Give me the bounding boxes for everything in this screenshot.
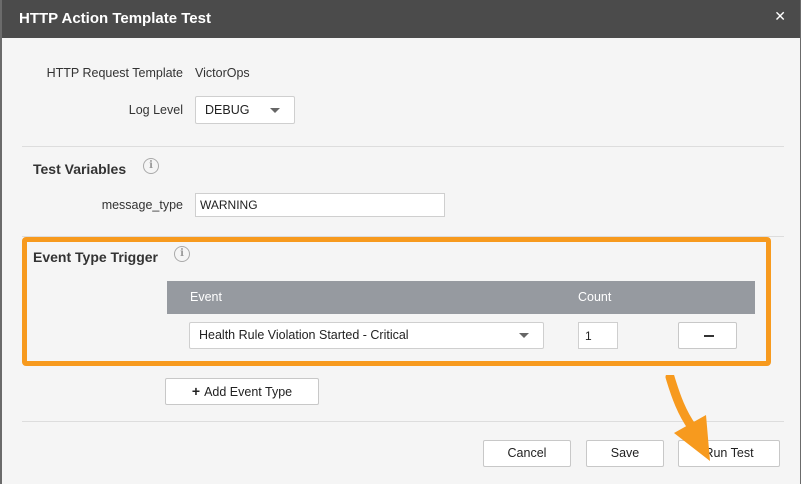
title-bar: HTTP Action Template Test ✕ bbox=[2, 0, 800, 38]
dialog-title: HTTP Action Template Test bbox=[19, 10, 211, 27]
test-variables-title: Test Variables bbox=[33, 161, 127, 177]
close-icon[interactable]: ✕ bbox=[774, 8, 786, 25]
event-column-header: Event bbox=[190, 290, 222, 304]
dialog: HTTP Action Template Test ✕ HTTP Request… bbox=[2, 0, 800, 484]
cancel-button[interactable]: Cancel bbox=[483, 440, 571, 467]
message-type-input[interactable] bbox=[195, 193, 445, 217]
event-trigger-title: Event Type Trigger bbox=[33, 249, 158, 265]
plus-icon: + bbox=[191, 383, 201, 399]
count-input[interactable] bbox=[578, 322, 618, 349]
event-type-select[interactable]: Health Rule Violation Started - Critical bbox=[189, 322, 544, 349]
count-column-header: Count bbox=[578, 290, 612, 304]
annotation-arrow bbox=[665, 375, 710, 461]
template-value: VictorOps bbox=[195, 66, 250, 80]
template-label: HTTP Request Template bbox=[46, 66, 183, 80]
info-icon[interactable]: i bbox=[143, 158, 159, 174]
chevron-down-icon bbox=[270, 108, 280, 113]
divider bbox=[22, 146, 784, 147]
minus-icon bbox=[704, 335, 714, 337]
log-level-select[interactable]: DEBUG bbox=[195, 96, 295, 124]
table-header: Event Count bbox=[167, 281, 755, 314]
add-event-type-label: Add Event Type bbox=[204, 385, 293, 399]
chevron-down-icon bbox=[519, 333, 529, 338]
info-icon[interactable]: i bbox=[174, 246, 190, 262]
remove-event-button[interactable] bbox=[678, 322, 737, 349]
log-level-value: DEBUG bbox=[205, 103, 250, 117]
event-type-value: Health Rule Violation Started - Critical bbox=[199, 328, 409, 342]
add-event-type-button[interactable]: + Add Event Type bbox=[165, 378, 319, 405]
save-button[interactable]: Save bbox=[586, 440, 664, 467]
message-type-label: message_type bbox=[101, 198, 183, 212]
log-level-label: Log Level bbox=[128, 103, 183, 117]
